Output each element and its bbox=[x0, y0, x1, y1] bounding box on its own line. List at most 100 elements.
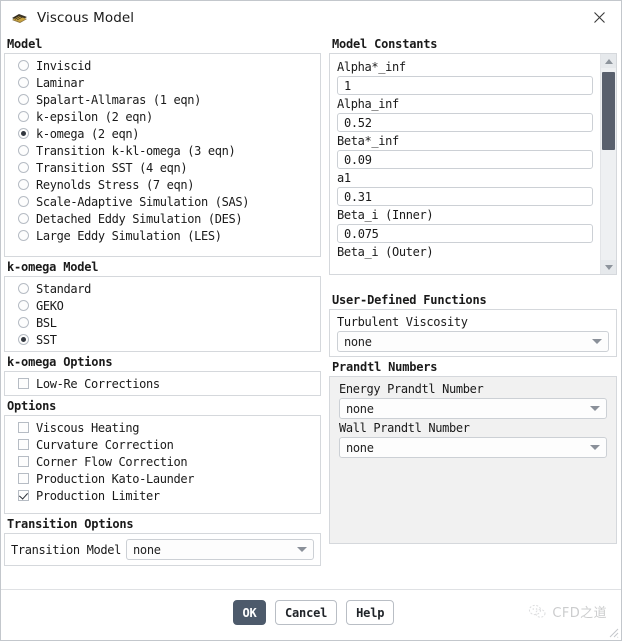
checkbox-production-limiter[interactable]: Production Limiter bbox=[5, 487, 320, 504]
radio-bsl[interactable]: BSL bbox=[5, 314, 320, 331]
energy-prandtl-dropdown[interactable]: none bbox=[338, 398, 607, 419]
radio-indicator-selected bbox=[18, 334, 29, 345]
wall-prandtl-label: Wall Prandtl Number bbox=[338, 421, 470, 435]
options-group-box: Viscous Heating Curvature Correction Cor… bbox=[4, 415, 321, 514]
radio-indicator bbox=[18, 179, 29, 190]
constant-label-a1: a1 bbox=[336, 171, 351, 185]
constants-scrollbar[interactable] bbox=[600, 54, 616, 274]
resize-grip-icon[interactable] bbox=[607, 626, 619, 638]
constant-label-beta-star-inf: Beta*_inf bbox=[336, 134, 399, 148]
option-label: Low-Re Corrections bbox=[36, 376, 160, 391]
watermark-text: CFD之道 bbox=[552, 606, 607, 621]
komega-options-group-box: Low-Re Corrections bbox=[4, 371, 321, 396]
constant-input-alpha-star-inf[interactable]: 1 bbox=[336, 76, 593, 95]
radio-k-omega[interactable]: k-omega (2 eqn) bbox=[5, 125, 320, 142]
wall-prandtl-dropdown[interactable]: none bbox=[338, 437, 607, 458]
udf-group-title: User-Defined Functions bbox=[331, 293, 487, 307]
option-label: Laminar bbox=[36, 75, 85, 90]
cancel-button[interactable]: Cancel bbox=[275, 600, 338, 625]
komega-options-group-title: k-omega Options bbox=[7, 355, 113, 369]
radio-large-eddy-simulation[interactable]: Large Eddy Simulation (LES) bbox=[5, 227, 320, 244]
model-constants-list: Alpha*_inf 1 Alpha_inf 0.52 Beta*_inf 0.… bbox=[330, 54, 600, 274]
transition-options-group-title: Transition Options bbox=[7, 517, 134, 531]
scrollbar-thumb[interactable] bbox=[602, 72, 615, 150]
radio-spalart-allmaras[interactable]: Spalart-Allmaras (1 eqn) bbox=[5, 91, 320, 108]
scroll-down-icon[interactable] bbox=[601, 260, 616, 274]
radio-indicator bbox=[18, 111, 29, 122]
option-label: k-epsilon (2 eqn) bbox=[36, 109, 153, 124]
title-bar: Viscous Model bbox=[1, 1, 621, 34]
checkbox-indicator bbox=[18, 473, 29, 484]
transition-model-dropdown[interactable]: none bbox=[126, 539, 314, 560]
radio-k-epsilon[interactable]: k-epsilon (2 eqn) bbox=[5, 108, 320, 125]
watermark: CFD之道 bbox=[528, 602, 607, 621]
mesh-icon bbox=[11, 9, 28, 26]
radio-indicator bbox=[18, 145, 29, 156]
constant-input-a1[interactable]: 0.31 bbox=[336, 187, 593, 206]
radio-transition-sst[interactable]: Transition SST (4 eqn) bbox=[5, 159, 320, 176]
option-label: Viscous Heating bbox=[36, 420, 140, 435]
close-icon[interactable] bbox=[577, 1, 621, 33]
radio-laminar[interactable]: Laminar bbox=[5, 74, 320, 91]
udf-group-box: Turbulent Viscosity none bbox=[328, 309, 617, 357]
radio-indicator bbox=[18, 94, 29, 105]
radio-indicator-selected bbox=[18, 128, 29, 139]
radio-indicator bbox=[18, 60, 29, 71]
constant-input-beta-i-inner[interactable]: 0.075 bbox=[336, 224, 593, 243]
radio-scale-adaptive-simulation[interactable]: Scale-Adaptive Simulation (SAS) bbox=[5, 193, 320, 210]
checkbox-corner-flow-correction[interactable]: Corner Flow Correction bbox=[5, 453, 320, 470]
option-label: k-omega (2 eqn) bbox=[36, 126, 140, 141]
option-label: Standard bbox=[36, 281, 91, 296]
option-label: SST bbox=[36, 332, 57, 347]
radio-indicator bbox=[18, 230, 29, 241]
left-column: Model Inviscid Laminar Spalart-Allmaras … bbox=[1, 34, 325, 589]
dropdown-value: none bbox=[345, 401, 374, 416]
energy-prandtl-label: Energy Prandtl Number bbox=[338, 382, 484, 396]
komega-model-group-box: Standard GEKO BSL SST bbox=[4, 276, 321, 352]
option-label: Inviscid bbox=[36, 58, 91, 73]
transition-model-label: Transition Model bbox=[11, 542, 121, 557]
option-label: Transition k-kl-omega (3 eqn) bbox=[36, 143, 236, 158]
option-label: Large Eddy Simulation (LES) bbox=[36, 228, 222, 243]
constant-input-beta-star-inf[interactable]: 0.09 bbox=[336, 150, 593, 169]
radio-standard[interactable]: Standard bbox=[5, 280, 320, 297]
komega-model-group-title: k-omega Model bbox=[7, 260, 99, 274]
radio-reynolds-stress[interactable]: Reynolds Stress (7 eqn) bbox=[5, 176, 320, 193]
radio-indicator bbox=[18, 317, 29, 328]
radio-detached-eddy-simulation[interactable]: Detached Eddy Simulation (DES) bbox=[5, 210, 320, 227]
radio-transition-k-kl-omega[interactable]: Transition k-kl-omega (3 eqn) bbox=[5, 142, 320, 159]
radio-indicator bbox=[18, 77, 29, 88]
model-group-box: Inviscid Laminar Spalart-Allmaras (1 eqn… bbox=[4, 53, 321, 257]
checkbox-indicator bbox=[18, 439, 29, 450]
prandtl-group-box: Energy Prandtl Number none Wall Prandtl … bbox=[328, 376, 617, 544]
dropdown-value: none bbox=[343, 334, 372, 349]
option-label: BSL bbox=[36, 315, 57, 330]
checkbox-curvature-correction[interactable]: Curvature Correction bbox=[5, 436, 320, 453]
turbulent-viscosity-label: Turbulent Viscosity bbox=[336, 315, 468, 329]
option-label: GEKO bbox=[36, 298, 64, 313]
radio-geko[interactable]: GEKO bbox=[5, 297, 320, 314]
dialog-body: Model Inviscid Laminar Spalart-Allmaras … bbox=[1, 34, 621, 589]
option-label: Spalart-Allmaras (1 eqn) bbox=[36, 92, 201, 107]
checkbox-production-kato-launder[interactable]: Production Kato-Launder bbox=[5, 470, 320, 487]
checkbox-viscous-heating[interactable]: Viscous Heating bbox=[5, 419, 320, 436]
turbulent-viscosity-dropdown[interactable]: none bbox=[336, 331, 609, 352]
checkbox-indicator bbox=[18, 456, 29, 467]
checkbox-low-re-corrections[interactable]: Low-Re Corrections bbox=[5, 375, 320, 392]
constant-input-alpha-inf[interactable]: 0.52 bbox=[336, 113, 593, 132]
radio-indicator bbox=[18, 162, 29, 173]
model-group-title: Model bbox=[7, 37, 43, 51]
checkbox-indicator-checked bbox=[18, 490, 29, 501]
radio-inviscid[interactable]: Inviscid bbox=[5, 57, 320, 74]
help-button[interactable]: Help bbox=[346, 600, 395, 625]
model-constants-panel: Alpha*_inf 1 Alpha_inf 0.52 Beta*_inf 0.… bbox=[328, 53, 617, 275]
radio-sst[interactable]: SST bbox=[5, 331, 320, 348]
constant-label-alpha-star-inf: Alpha*_inf bbox=[336, 60, 406, 74]
radio-indicator bbox=[18, 300, 29, 311]
button-bar: OK Cancel Help bbox=[233, 600, 395, 625]
ok-button[interactable]: OK bbox=[233, 600, 266, 625]
chevron-down-icon bbox=[296, 547, 307, 552]
option-label: Curvature Correction bbox=[36, 437, 174, 452]
constant-label-beta-i-inner: Beta_i (Inner) bbox=[336, 208, 434, 222]
scroll-up-icon[interactable] bbox=[601, 54, 616, 68]
